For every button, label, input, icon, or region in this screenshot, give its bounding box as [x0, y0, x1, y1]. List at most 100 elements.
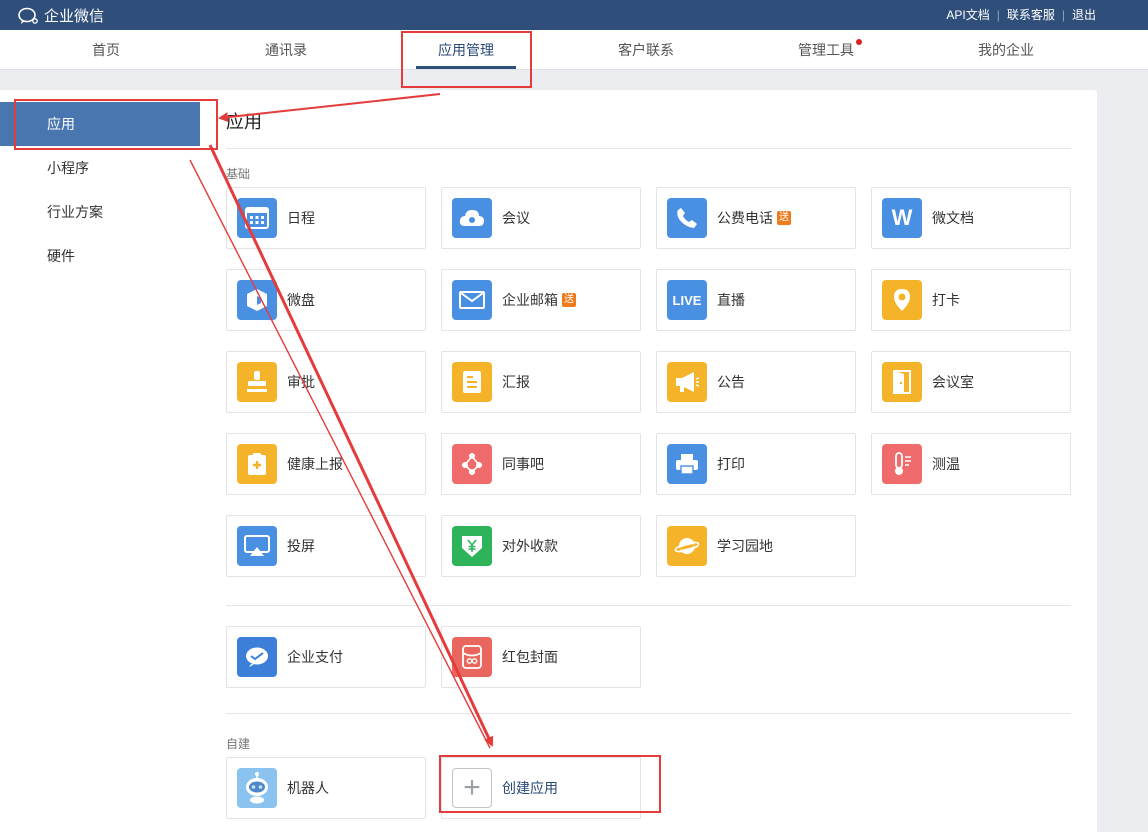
sidebar-item-apps[interactable]: 应用 [0, 102, 200, 146]
app-name: 企业邮箱 [502, 292, 558, 308]
app-name: 学习园地 [717, 538, 773, 554]
sidebar-item-hardware[interactable]: 硬件 [0, 234, 200, 278]
app-name: 企业支付 [287, 649, 343, 665]
live-icon: LIVE [667, 280, 707, 320]
app-name: 对外收款 [502, 538, 558, 554]
top-links: API文档 | 联系客服 | 退出 [946, 6, 1096, 23]
link-separator: | [1061, 7, 1065, 22]
app-name: 会议室 [932, 374, 974, 390]
health-report-icon [237, 444, 277, 484]
logo[interactable]: 企业微信 [18, 5, 104, 26]
section-divider [226, 713, 1071, 714]
gift-badge: 送 [562, 293, 576, 307]
planet-icon [667, 526, 707, 566]
main-panel: 应用 基础 日程 会议 公费电话 送 W 微文档 微盘 企业邮箱 送 LIVE … [200, 90, 1097, 832]
app-card-checkin[interactable]: 打卡 [871, 269, 1071, 331]
enterprise-pay-icon [237, 637, 277, 677]
title-divider [226, 148, 1071, 149]
main-nav: 首页 通讯录 应用管理 客户联系 管理工具 我的企业 [0, 30, 1148, 70]
plus-icon: + [452, 768, 492, 808]
app-card-paid-call[interactable]: 公费电话 送 [656, 187, 856, 249]
link-separator: | [996, 7, 1000, 22]
gift-badge: 送 [777, 211, 791, 225]
app-card-meeting[interactable]: 会议 [441, 187, 641, 249]
app-name: 微文档 [932, 210, 974, 226]
robot-icon [237, 768, 277, 808]
app-card-health-report[interactable]: 健康上报 [226, 433, 426, 495]
sidebar-item-industry-solutions[interactable]: 行业方案 [0, 190, 200, 234]
app-name: 公费电话 [717, 210, 773, 226]
app-card-mail[interactable]: 企业邮箱 送 [441, 269, 641, 331]
mail-icon [452, 280, 492, 320]
app-card-screen-cast[interactable]: 投屏 [226, 515, 426, 577]
app-card-print[interactable]: 打印 [656, 433, 856, 495]
tab-management-tools-label: 管理工具 [798, 42, 854, 58]
thermometer-icon [882, 444, 922, 484]
section-label-basic: 基础 [226, 167, 251, 181]
notification-dot [856, 39, 862, 45]
app-name: 日程 [287, 210, 315, 226]
phone-icon [667, 198, 707, 238]
tab-app-management[interactable]: 应用管理 [406, 30, 526, 70]
logo-text: 企业微信 [44, 8, 105, 25]
app-name: 直播 [717, 292, 745, 308]
app-card-enterprise-pay[interactable]: 企业支付 [226, 626, 426, 688]
location-pin-icon [882, 280, 922, 320]
red-envelope-icon [452, 637, 492, 677]
megaphone-icon [667, 362, 707, 402]
app-name: 会议 [502, 210, 530, 226]
yuan-shield-icon [452, 526, 492, 566]
tab-customer-contact[interactable]: 客户联系 [586, 30, 706, 70]
stamp-icon [237, 362, 277, 402]
app-card-schedule[interactable]: 日程 [226, 187, 426, 249]
cloud-meeting-icon [452, 198, 492, 238]
sidebar-item-mini-programs[interactable]: 小程序 [0, 146, 200, 190]
app-card-external-payment[interactable]: 对外收款 [441, 515, 641, 577]
app-card-wedoc[interactable]: W 微文档 [871, 187, 1071, 249]
contact-support-link[interactable]: 联系客服 [1007, 6, 1055, 23]
app-name: 汇报 [502, 374, 530, 390]
tab-contacts[interactable]: 通讯录 [226, 30, 346, 70]
app-card-live[interactable]: LIVE 直播 [656, 269, 856, 331]
screen-cast-icon [237, 526, 277, 566]
tab-my-enterprise[interactable]: 我的企业 [946, 30, 1066, 70]
app-card-robot[interactable]: 机器人 [226, 757, 426, 819]
app-card-red-envelope-cover[interactable]: 红包封面 [441, 626, 641, 688]
app-name: 公告 [717, 374, 745, 390]
tab-management-tools[interactable]: 管理工具 [766, 30, 886, 70]
create-app-button[interactable]: + 创建应用 [441, 757, 641, 819]
app-name: 审批 [287, 374, 315, 390]
app-name: 健康上报 [287, 456, 343, 472]
app-name: 同事吧 [502, 456, 544, 472]
app-card-report[interactable]: 汇报 [441, 351, 641, 413]
create-app-label: 创建应用 [502, 780, 558, 796]
app-name: 打印 [717, 456, 745, 472]
top-bar: 企业微信 API文档 | 联系客服 | 退出 [0, 0, 1148, 30]
tab-home[interactable]: 首页 [46, 30, 166, 70]
page-title: 应用 [226, 112, 262, 132]
colleague-icon [452, 444, 492, 484]
app-name: 红包封面 [502, 649, 558, 665]
logout-link[interactable]: 退出 [1072, 6, 1096, 23]
app-card-temperature[interactable]: 测温 [871, 433, 1071, 495]
w-doc-icon: W [882, 198, 922, 238]
printer-icon [667, 444, 707, 484]
report-icon [452, 362, 492, 402]
calendar-icon [237, 198, 277, 238]
section-divider [226, 605, 1071, 606]
app-name: 投屏 [287, 538, 315, 554]
sidebar: 应用 小程序 行业方案 硬件 [0, 90, 200, 832]
door-icon [882, 362, 922, 402]
app-card-announcement[interactable]: 公告 [656, 351, 856, 413]
app-name: 打卡 [932, 292, 960, 308]
api-docs-link[interactable]: API文档 [946, 6, 989, 23]
section-label-custom: 自建 [226, 737, 251, 751]
disk-icon [237, 280, 277, 320]
app-card-drive[interactable]: 微盘 [226, 269, 426, 331]
app-name: 测温 [932, 456, 960, 472]
app-card-approval[interactable]: 审批 [226, 351, 426, 413]
wecom-logo-icon [18, 7, 38, 24]
app-card-colleague[interactable]: 同事吧 [441, 433, 641, 495]
app-card-meeting-room[interactable]: 会议室 [871, 351, 1071, 413]
app-card-learning[interactable]: 学习园地 [656, 515, 856, 577]
